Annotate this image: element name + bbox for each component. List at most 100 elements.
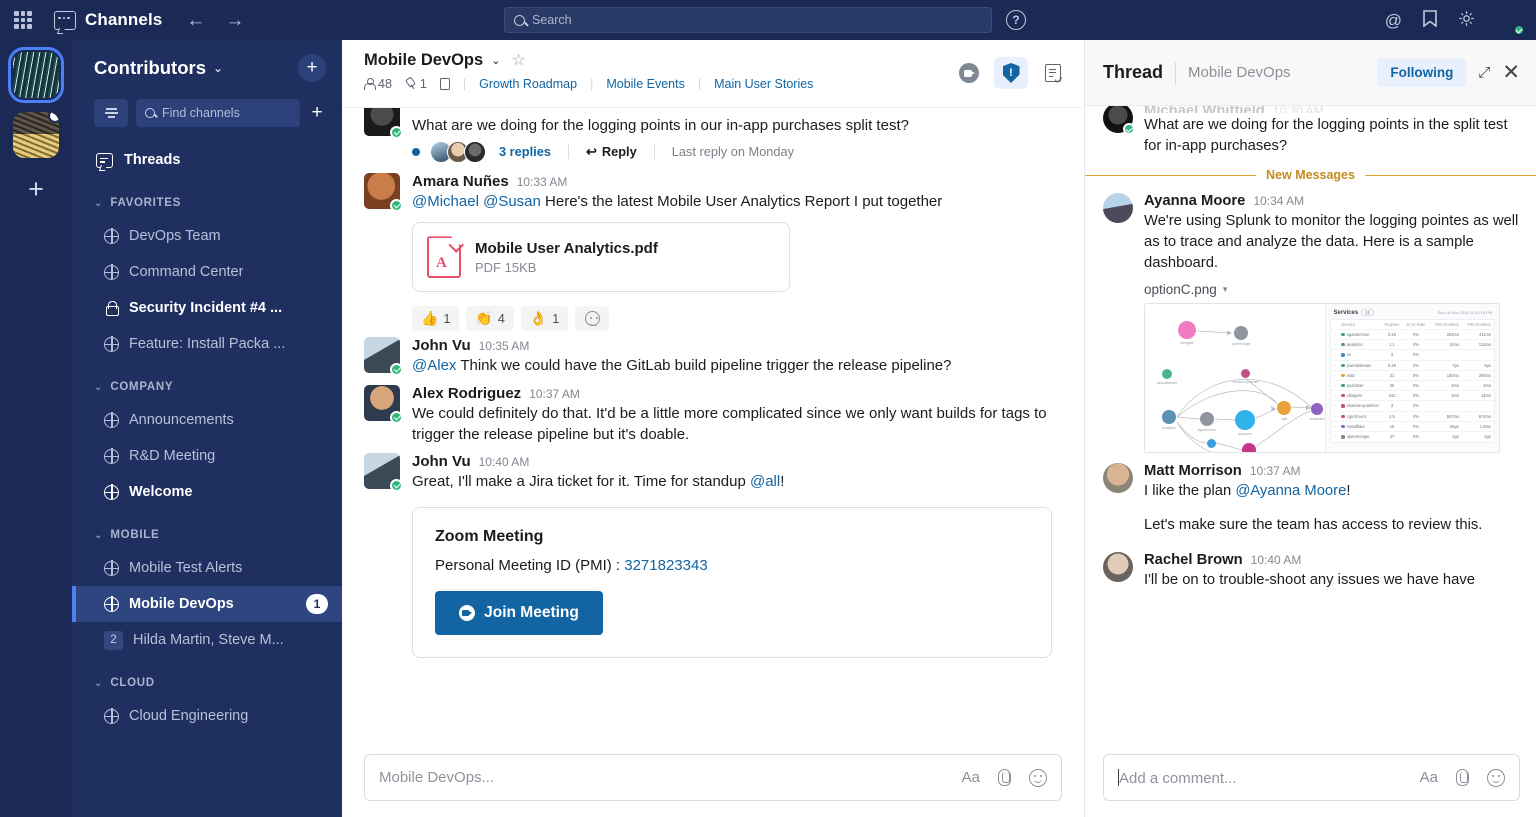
sidebar-item-welcome[interactable]: Welcome (72, 474, 342, 510)
mention-all[interactable]: @all (750, 473, 780, 490)
thread-message-author[interactable]: Matt Morrison (1144, 463, 1242, 479)
expand-icon[interactable]: ⤢ (1478, 64, 1490, 81)
message-author[interactable]: John Vu (412, 337, 471, 354)
sidebar-item-feature-install-package[interactable]: Feature: Install Packa ... (72, 326, 342, 362)
mention-ayanna-moore[interactable]: @Ayanna Moore (1235, 483, 1346, 499)
workspace-header[interactable]: Contributors ⌄ + (72, 40, 342, 96)
chevron-down-icon[interactable]: ⌄ (491, 54, 500, 67)
video-call-button[interactable] (952, 57, 986, 89)
message-author[interactable]: Alex Rodriguez (412, 385, 521, 402)
help-icon[interactable]: ? (1006, 10, 1026, 30)
avatar[interactable] (1103, 193, 1133, 223)
sidebar-item-announcements[interactable]: Announcements (72, 402, 342, 438)
avatar[interactable] (1103, 106, 1133, 133)
bookmark-icon[interactable] (1423, 10, 1437, 30)
reply-button[interactable]: ↩ Reply (586, 144, 637, 160)
channel-composer[interactable]: Mobile DevOps... Aa (364, 754, 1062, 801)
forward-arrow-icon[interactable]: → (225, 11, 244, 30)
pinned-count[interactable]: 1 (405, 77, 427, 91)
sidebar-section-company[interactable]: ⌄ COMPANY (72, 372, 342, 402)
new-message-button[interactable]: + (298, 54, 326, 82)
format-text-icon[interactable]: Aa (962, 769, 980, 786)
document-icon[interactable] (440, 78, 450, 90)
close-icon[interactable]: ✕ (1502, 62, 1520, 83)
thread-message-author[interactable]: Rachel Brown (1144, 552, 1243, 568)
sidebar-item-mobile-devops[interactable]: Mobile DevOps 1 (72, 586, 342, 622)
reaction-bar: 👍 1 👏 4 👌 1 (412, 306, 1062, 331)
avatar[interactable] (1103, 552, 1133, 582)
avatar[interactable] (1103, 463, 1133, 493)
history-nav: ← → (186, 11, 244, 30)
avatar[interactable] (364, 385, 400, 421)
thread-composer[interactable]: Add a comment... Aa (1103, 754, 1520, 801)
sidebar-item-mobile-test-alerts[interactable]: Mobile Test Alerts (72, 550, 342, 586)
sidebar-section-favorites[interactable]: ⌄ FAVORITES (72, 188, 342, 218)
sidebar-item-devops-team[interactable]: DevOps Team (72, 218, 342, 254)
find-channels-input[interactable]: Find channels (136, 99, 300, 127)
sidebar-item-command-center[interactable]: Command Center (72, 254, 342, 290)
message-author[interactable]: John Vu (412, 453, 471, 470)
sidebar-item-security-incident[interactable]: Security Incident #4 ... (72, 290, 342, 326)
join-meeting-button[interactable]: Join Meeting (435, 591, 603, 635)
file-attachment-card[interactable]: A Mobile User Analytics.pdf PDF 15KB (412, 222, 790, 292)
topic-link-mobile-events[interactable]: Mobile Events (606, 77, 685, 91)
app-grid-icon[interactable] (14, 11, 32, 29)
sidebar-section-cloud[interactable]: ⌄ CLOUD (72, 668, 342, 698)
thread-message-author[interactable]: Michael Whitfield (1144, 106, 1265, 113)
format-text-icon[interactable]: Aa (1420, 769, 1438, 786)
sidebar-item-rd-meeting[interactable]: R&D Meeting (72, 438, 342, 474)
reaction-ok-hand[interactable]: 👌 1 (521, 306, 568, 331)
avatar[interactable] (364, 453, 400, 489)
channel-title[interactable]: Mobile DevOps (364, 51, 483, 70)
mentions-icon[interactable]: @ (1385, 12, 1402, 29)
user-avatar[interactable] (1496, 7, 1522, 33)
mention-michael[interactable]: @Michael (412, 193, 479, 210)
table-row: ›openmonger270%2µs2µs (1331, 432, 1494, 442)
notes-button[interactable] (1036, 57, 1070, 89)
thread-replies-count[interactable]: 3 replies (499, 144, 551, 159)
divider (654, 144, 655, 159)
star-icon[interactable]: ☆ (511, 50, 525, 70)
attach-file-icon[interactable] (998, 769, 1011, 786)
topic-link-main-user-stories[interactable]: Main User Stories (714, 77, 813, 91)
add-channel-button[interactable]: + (308, 102, 326, 124)
add-workspace-icon[interactable]: + (28, 176, 44, 203)
global-search[interactable]: Search (504, 7, 992, 33)
message-author[interactable]: Amara Nuñes (412, 173, 509, 190)
slack-window: Channels ← → Search ? @ (0, 0, 1536, 817)
attach-file-icon[interactable] (1456, 769, 1469, 786)
dashboard-image-attachment[interactable]: cbingest openmonger journalstream shadow… (1144, 303, 1500, 453)
channel-label: Command Center (129, 264, 243, 280)
member-count[interactable]: 48 (364, 77, 392, 91)
back-arrow-icon[interactable]: ← (186, 11, 205, 30)
following-button[interactable]: Following (1377, 58, 1466, 87)
channels-nav-button[interactable]: Channels (54, 10, 162, 30)
emoji-icon[interactable] (1487, 769, 1505, 787)
avatar[interactable] (364, 173, 400, 209)
mention-alex[interactable]: @Alex (412, 357, 456, 374)
comment-placeholder-text: Add a comment... (1119, 770, 1237, 787)
sidebar-item-cloud-engineering[interactable]: Cloud Engineering (72, 698, 342, 734)
filter-icon[interactable] (94, 99, 128, 127)
thread-channel-name[interactable]: Mobile DevOps (1188, 64, 1291, 81)
emoji-icon[interactable] (1029, 769, 1047, 787)
mention-susan[interactable]: @Susan (483, 193, 541, 210)
reaction-clap[interactable]: 👏 4 (466, 306, 513, 331)
thread-summary[interactable]: 3 replies ↩ Reply Last reply on Monday (412, 137, 1062, 165)
sidebar-section-mobile[interactable]: ⌄ MOBILE (72, 520, 342, 550)
avatar[interactable] (364, 108, 400, 136)
gear-icon[interactable] (1458, 10, 1475, 30)
divider: | (590, 77, 593, 91)
add-reaction-button[interactable] (575, 306, 609, 331)
reaction-thumbsup[interactable]: 👍 1 (412, 306, 459, 331)
sidebar-item-threads[interactable]: Threads (72, 142, 342, 178)
topic-link-growth-roadmap[interactable]: Growth Roadmap (479, 77, 577, 91)
pmi-value[interactable]: 3271823343 (624, 557, 707, 574)
workspace-icon-2[interactable] (13, 112, 59, 158)
image-attachment-name-row[interactable]: optionC.png ▾ (1144, 282, 1520, 297)
sidebar-item-dm-hilda-steve[interactable]: 2 Hilda Martin, Steve M... (72, 622, 342, 658)
thread-message-author[interactable]: Ayanna Moore (1144, 193, 1245, 209)
workspace-icon-1[interactable] (13, 52, 59, 98)
incident-shield-button[interactable] (994, 57, 1028, 89)
avatar[interactable] (364, 337, 400, 373)
